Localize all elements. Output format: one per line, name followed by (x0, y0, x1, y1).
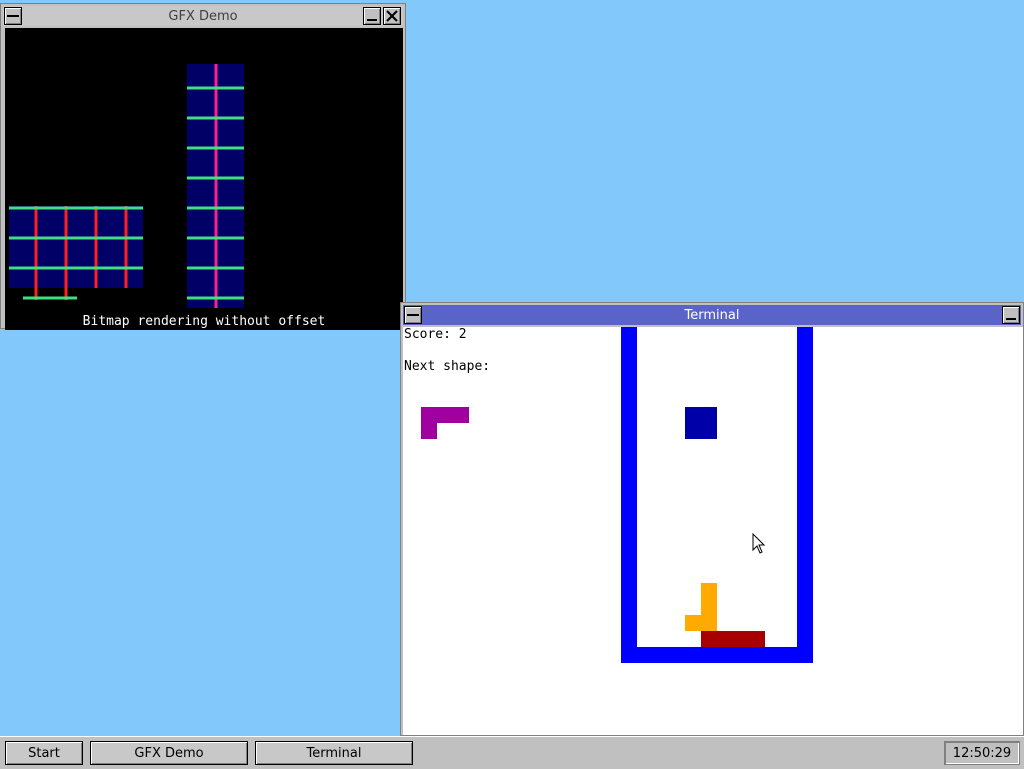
close-icon (386, 10, 398, 22)
start-button[interactable]: Start (5, 741, 83, 765)
bitmap-rendering (9, 64, 244, 308)
taskbar: Start GFX Demo Terminal 12:50:29 (0, 736, 1024, 769)
gfx-demo-title: GFX Demo (168, 8, 238, 24)
gfx-caption: Bitmap rendering without offset (82, 314, 326, 329)
system-menu-icon[interactable] (404, 306, 422, 324)
terminal-title: Terminal (684, 307, 740, 323)
gfx-demo-titlebar[interactable]: GFX Demo (3, 6, 403, 26)
orange-piece (685, 583, 717, 631)
gfx-demo-window[interactable]: GFX Demo Bitmap rendering without offset (0, 3, 406, 330)
terminal-client[interactable]: Score: 2 Next shape: (403, 327, 1023, 735)
minimize-icon (367, 19, 377, 21)
mouse-cursor-icon (752, 533, 766, 554)
taskbar-item-terminal[interactable]: Terminal (255, 741, 413, 765)
gfx-canvas: Bitmap rendering without offset (5, 28, 403, 330)
minimize-icon (1006, 318, 1016, 320)
terminal-window[interactable]: Terminal Score: 2 Next shape: (400, 302, 1024, 736)
red-piece (701, 631, 765, 647)
close-button[interactable] (383, 7, 401, 25)
clock: 12:50:29 (944, 741, 1020, 765)
system-menu-icon[interactable] (4, 7, 22, 25)
next-shape-piece (421, 407, 469, 439)
minimize-button[interactable] (1002, 306, 1020, 324)
minimize-button[interactable] (363, 7, 381, 25)
falling-piece (685, 407, 717, 439)
taskbar-item-gfx-demo[interactable]: GFX Demo (90, 741, 248, 765)
terminal-titlebar[interactable]: Terminal (403, 305, 1021, 325)
tetris-board (421, 327, 813, 663)
